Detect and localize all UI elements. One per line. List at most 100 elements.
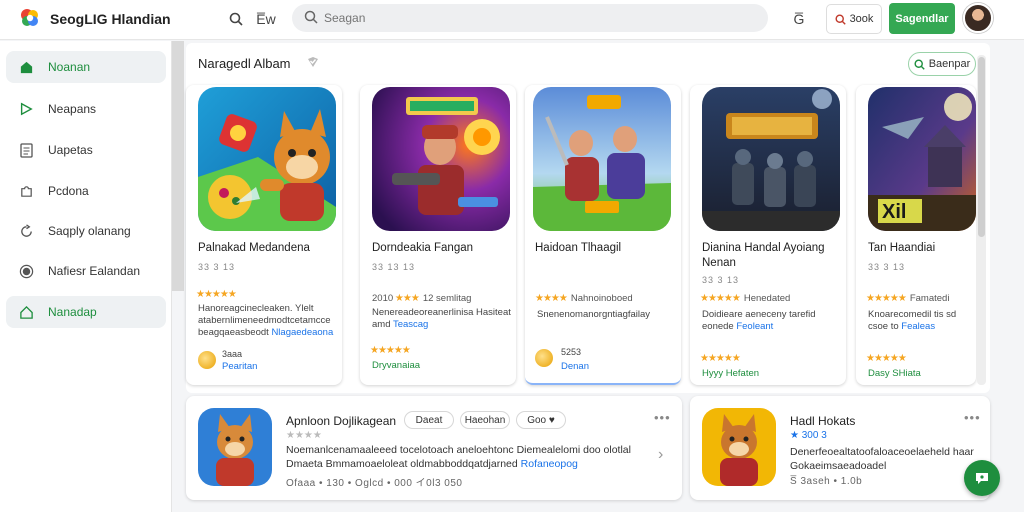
description-link[interactable]: Fealeas xyxy=(901,321,935,332)
game-subtitle: 33 13 13 xyxy=(372,262,416,272)
card-footer-label[interactable]: Dasy SHiata xyxy=(868,368,921,379)
game-art-warriors[interactable] xyxy=(533,87,671,231)
game-subtitle: 33 3 13 xyxy=(198,262,236,272)
tag-chip[interactable]: Daeat xyxy=(404,411,454,429)
coin-amount: 3aaa xyxy=(222,349,243,359)
svg-text:Xil: Xil xyxy=(882,201,906,223)
user-avatar[interactable] xyxy=(963,3,993,33)
game-card-selected[interactable]: Haidoan Tlhaagil ★★★★ Nahnoinoboed Snenen… xyxy=(525,85,681,385)
app-title[interactable]: Apnloon Dojlikagean xyxy=(286,414,396,428)
rating-count: Nahnoinoboed xyxy=(570,293,633,304)
rating-count: Henedated xyxy=(743,293,791,304)
rating-stars: ★★★★★ xyxy=(370,345,411,356)
sidebar-scrollbar[interactable] xyxy=(172,41,184,291)
search-bar[interactable] xyxy=(292,4,768,32)
sidebar-item-history[interactable]: Nafiesr Ealandan xyxy=(6,255,166,287)
sidebar-item-supply[interactable]: Saqply olanang xyxy=(6,215,166,247)
search-input[interactable] xyxy=(324,8,744,28)
card-footer-label[interactable]: Dryvanaiaa xyxy=(372,360,420,371)
game-subtitle: 33 3 13 xyxy=(702,275,740,285)
card-footer-label[interactable]: Hyyy Hefaten xyxy=(702,368,759,379)
app-art-fox-yellow[interactable] xyxy=(702,408,776,486)
description-link[interactable]: Rofaneopog xyxy=(521,458,578,470)
play-icon xyxy=(18,101,34,117)
rating-stars: ★★★★★ Famatedi xyxy=(866,293,950,304)
home-icon xyxy=(18,59,34,75)
edit-icon[interactable]: E̅w xyxy=(255,9,277,29)
record-icon xyxy=(18,263,34,279)
rating-stars: ★ 300 3 xyxy=(790,430,827,441)
game-title[interactable]: Dianina Handal Ayoiang Nenan xyxy=(702,241,842,271)
sidebar-item-label: Noanan xyxy=(48,60,91,74)
coin-icon xyxy=(535,349,553,367)
game-title[interactable]: Palnakad Medandena xyxy=(198,241,338,256)
search-icon[interactable] xyxy=(226,9,246,29)
coin-link[interactable]: Pearitan xyxy=(222,361,257,372)
app-logo-icon[interactable] xyxy=(18,6,42,30)
game-art-soldier[interactable] xyxy=(372,87,510,231)
more-options-icon[interactable]: ••• xyxy=(964,410,981,425)
app-list-item[interactable]: Hadl Hokats ••• ★ 300 3 Denerfeoealtatoo… xyxy=(690,396,990,500)
tag-chip[interactable]: Haeohan xyxy=(460,411,510,429)
rating-stars: ★★★★ xyxy=(286,430,322,441)
sidebar-item-label: Neapans xyxy=(48,102,97,116)
sidebar-item-library[interactable]: Nanadap xyxy=(6,296,166,328)
chat-icon xyxy=(976,473,988,484)
rating-stars: ★★★★★ xyxy=(866,353,907,364)
rating-stars: 2010 ★★★ 12 semlitag xyxy=(372,293,472,304)
primary-action-button[interactable]: Sagendlar xyxy=(889,3,955,34)
app-meta: Ofaaa • 130 • Oglcd • 000 イ0l3 050 xyxy=(286,478,463,489)
description-link[interactable]: Teascag xyxy=(393,319,428,330)
house-outline-icon xyxy=(18,304,34,320)
rating-stars: ★★★★★ xyxy=(196,289,237,300)
app-art-fox[interactable] xyxy=(198,408,272,486)
game-art-battle[interactable] xyxy=(702,87,840,231)
game-description: Nenereadeoreanerlinisa Hasiteat amd Teas… xyxy=(372,307,512,331)
document-icon xyxy=(18,142,34,158)
coin-link[interactable]: Denan xyxy=(561,361,589,372)
app-list-item[interactable]: Apnloon Dojlikagean Daeat Haeohan Goo ♥ … xyxy=(186,396,682,500)
book-button[interactable]: 3ook xyxy=(826,4,882,34)
sidebar-item-label: Pcdona xyxy=(48,184,89,198)
description-link[interactable]: Feoleant xyxy=(736,321,773,332)
browse-button-label: Baenpar xyxy=(928,58,971,70)
chat-fab-button[interactable] xyxy=(964,460,1000,496)
browse-button[interactable]: Baenpar xyxy=(908,52,976,76)
panel-scrollbar[interactable] xyxy=(977,55,986,385)
chevron-right-icon[interactable]: › xyxy=(658,446,663,464)
app-description: Noemanlcenamaaleeed tocelotoach aneloeht… xyxy=(286,444,631,456)
app-title[interactable]: Hadl Hokats xyxy=(790,414,855,428)
game-description: Hanoreagcinecleaken. Ylelt atabernlimene… xyxy=(198,303,338,339)
rating-year: 2010 xyxy=(372,293,394,304)
game-card[interactable]: Palnakad Medandena 33 3 13 ★★★★★ Hanorea… xyxy=(186,85,342,385)
sidebar-item-home[interactable]: Noanan xyxy=(6,51,166,83)
app-description: Gokaeimsaeadoadel xyxy=(790,460,887,472)
description-link[interactable]: Nlagaedeaona xyxy=(271,327,333,338)
game-title[interactable]: Dorndeakia Fangan xyxy=(372,241,512,256)
sidebar: Noanan Neapans Uapetas Pcdona Saqply ola… xyxy=(0,41,172,512)
app-meta: S̅ 3aseh • 1.0b xyxy=(790,476,863,487)
game-description: Snenenomanorgntiagfailay xyxy=(537,309,651,320)
more-options-icon[interactable]: ••• xyxy=(654,410,671,425)
game-card[interactable]: Dorndeakia Fangan 33 13 13 2010 ★★★ 12 se… xyxy=(360,85,516,385)
game-art-spaceship[interactable]: Xil xyxy=(868,87,976,231)
account-switch-icon[interactable]: G̅ xyxy=(788,9,810,29)
game-card[interactable]: Dianina Handal Ayoiang Nenan 33 3 13 ★★★… xyxy=(690,85,846,385)
sidebar-item-label: Saqply olanang xyxy=(48,224,131,238)
tag-chip[interactable]: Goo ♥ xyxy=(516,411,566,429)
game-subtitle: 33 3 13 xyxy=(868,262,906,272)
search-field-icon xyxy=(304,10,318,24)
rating-stars: ★★★★★ Henedated xyxy=(700,293,791,304)
scrollbar-thumb[interactable] xyxy=(978,57,985,237)
sidebar-item-label: Nafiesr Ealandan xyxy=(48,264,141,278)
sidebar-item-plugins[interactable]: Pcdona xyxy=(6,175,166,207)
game-description: Knoarecomedil tis sd csoe to Fealeas xyxy=(868,309,976,333)
game-card[interactable]: Xil Tan Haandiai 33 3 13 ★★★★★ Famatedi K… xyxy=(856,85,976,385)
game-title[interactable]: Haidoan Tlhaagil xyxy=(535,241,675,256)
sidebar-item-updates[interactable]: Uapetas xyxy=(6,134,166,166)
search-small-icon xyxy=(835,13,846,25)
sidebar-item-games[interactable]: Neapans xyxy=(6,93,166,125)
game-title[interactable]: Tan Haandiai xyxy=(868,241,972,256)
game-art-fox-hero[interactable] xyxy=(198,87,336,231)
top-bar: SeogLIG Hlandian E̅w G̅ 3ook Sagendlar xyxy=(0,0,1024,40)
